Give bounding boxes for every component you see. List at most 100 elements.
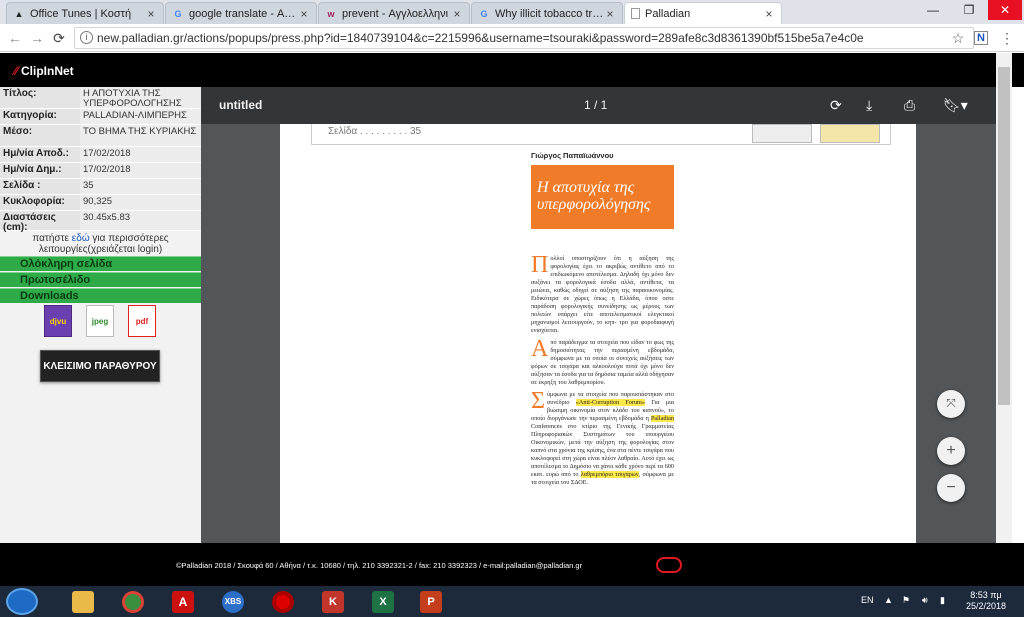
- language-indicator[interactable]: EN: [861, 595, 874, 605]
- drop-cap: Π: [531, 252, 549, 278]
- info-row-dimensions: Διαστάσεις (cm): 30.45x5.83: [0, 211, 201, 233]
- excel-icon[interactable]: X: [362, 588, 404, 615]
- highlighted-text: Palladian: [650, 415, 674, 422]
- article-paragraph: Πολλοί υποστηρίζουν ότι η αύξηση της φορ…: [531, 252, 674, 335]
- tab-illicit-tobacco[interactable]: G Why illicit tobacco trade ×: [471, 2, 623, 24]
- info-row-publish-date: Ημ/νία Δημ.: 17/02/2018: [0, 163, 201, 179]
- acrobat-icon[interactable]: A: [162, 588, 204, 615]
- article-paragraph: Από παράδειγμα τα στοιχεία που είδαν το …: [531, 336, 674, 387]
- google-icon: G: [174, 8, 182, 19]
- clipinnet-logo: ⁄⁄ ClipInNet: [14, 64, 74, 78]
- xbox-icon[interactable]: XBS: [212, 588, 254, 615]
- network-icon[interactable]: ▮: [940, 595, 945, 606]
- info-value: ΤΟ ΒΗΜΑ ΤΗΣ ΚΥΡΙΑΚΗΣ: [80, 125, 201, 146]
- maximize-button[interactable]: ❐: [952, 0, 986, 20]
- pdf-toolbar: untitled 1 / 1 ⟳ ⤓ ⎙ 🔖︎▾: [201, 87, 996, 124]
- tab-palladian[interactable]: Palladian ×: [624, 2, 782, 24]
- tab-close-icon[interactable]: ×: [298, 7, 310, 21]
- strip-page-label: Σελίδα . . . . . . . . . 35: [328, 126, 422, 137]
- article-column: Γιώργος Παπαϊωάννου Η αποτυχία της υπερφ…: [531, 151, 674, 543]
- tray-arrow-icon[interactable]: ▲: [884, 595, 893, 605]
- info-value: 30.45x5.83: [80, 211, 201, 230]
- info-row-release-date: Ημ/νία Αποδ.: 17/02/2018: [0, 147, 201, 163]
- reload-icon[interactable]: ⟳: [50, 29, 68, 47]
- start-button[interactable]: [6, 588, 38, 615]
- tab-close-icon[interactable]: ×: [145, 7, 157, 21]
- full-page-link[interactable]: Ολόκληρη σελίδα: [0, 256, 201, 271]
- info-value: 17/02/2018: [80, 147, 201, 162]
- app-k-icon[interactable]: K: [312, 588, 354, 615]
- downloads-link[interactable]: Downloads: [0, 288, 201, 303]
- page-scrollbar[interactable]: [996, 53, 1012, 543]
- pdf-title: untitled: [219, 98, 263, 112]
- tab-google-translate[interactable]: G google translate - Αναζ ×: [165, 2, 317, 24]
- info-row-title: Τίτλος: Η ΑΠΟΤΥΧΙΑ ΤΗΣ ΥΠΕΡΦΟΡΟΛΟΓΗΣΗΣ: [0, 87, 201, 109]
- opera-icon[interactable]: [262, 588, 304, 615]
- tab-label: Palladian: [645, 7, 691, 20]
- info-icon[interactable]: i: [80, 31, 93, 44]
- info-row-medium: Μέσο: ΤΟ ΒΗΜΑ ΤΗΣ ΚΥΡΙΑΚΗΣ: [0, 125, 201, 147]
- article-paragraph: Σύμφωνα με τα στοιχεία που παρουσιάστηκα…: [531, 388, 674, 487]
- info-key: Ημ/νία Δημ.:: [3, 164, 62, 175]
- footer-text: ©Palladian 2018 / Σκουφά 60 / Αθήνα / τ.…: [176, 561, 583, 570]
- tab-close-icon[interactable]: ×: [604, 7, 616, 21]
- tab-close-icon[interactable]: ×: [451, 7, 463, 21]
- info-value: Η ΑΠΟΤΥΧΙΑ ΤΗΣ ΥΠΕΡΦΟΡΟΛΟΓΗΣΗΣ: [80, 87, 201, 109]
- djvu-download-icon[interactable]: djvu: [44, 305, 72, 337]
- scrollbar-thumb[interactable]: [998, 67, 1010, 405]
- print-icon[interactable]: ⎙: [904, 97, 915, 114]
- tab-close-icon[interactable]: ×: [763, 7, 775, 21]
- info-value: 90,325: [80, 195, 201, 210]
- minimize-button[interactable]: —: [916, 0, 950, 20]
- explorer-icon[interactable]: [62, 588, 104, 615]
- triangle-icon: ▲: [14, 8, 24, 19]
- front-page-link[interactable]: Πρωτοσέλιδο: [0, 272, 201, 287]
- flag-icon[interactable]: ⚑: [902, 595, 910, 606]
- thumbnail-image: [752, 124, 812, 143]
- clipinnet-header: ⁄⁄ ClipInNet: [0, 53, 1024, 87]
- address-bar: ← → ⟳ i new.palladian.gr/actions/popups/…: [0, 24, 1024, 52]
- window-close-button[interactable]: ✕: [988, 0, 1022, 20]
- download-icon[interactable]: ⤓: [866, 97, 872, 114]
- info-key: Διαστάσεις (cm):: [3, 212, 56, 233]
- back-icon[interactable]: ←: [6, 29, 24, 47]
- volume-icon[interactable]: 🔊︎: [922, 595, 928, 606]
- clock-time: 8:53 πμ: [970, 590, 1002, 600]
- info-value: 17/02/2018: [80, 163, 201, 178]
- url-field[interactable]: i new.palladian.gr/actions/popups/press.…: [74, 27, 974, 49]
- fit-page-icon[interactable]: ⤧: [937, 390, 965, 418]
- zoom-out-icon[interactable]: −: [937, 474, 965, 502]
- article-headline: Η αποτυχία της υπερφορολόγησης: [531, 165, 674, 229]
- bookmark-icon[interactable]: 🔖︎▾: [943, 97, 968, 114]
- tab-label: Office Tunes | Κοστή: [30, 7, 132, 20]
- info-value: PALLADIAN-ΛΙΜΠΕΡΗΣ: [80, 109, 201, 124]
- tab-prevent[interactable]: w prevent - Αγγλοελληνι ×: [318, 2, 470, 24]
- pdf-viewer: untitled 1 / 1 ⟳ ⤓ ⎙ 🔖︎▾ Σελίδα . . . . …: [201, 87, 996, 543]
- menu-icon[interactable]: ⋮: [998, 29, 1016, 47]
- extension-icon[interactable]: N: [974, 31, 988, 45]
- palladian-logo-icon: [656, 557, 682, 573]
- thumbnail-image: [820, 124, 880, 143]
- info-row-category: Κατηγορία: PALLADIAN-ΛΙΜΠΕΡΗΣ: [0, 109, 201, 125]
- zoom-in-icon[interactable]: +: [937, 437, 965, 465]
- drop-cap: Σ: [531, 388, 545, 414]
- jpeg-download-icon[interactable]: jpeg: [86, 305, 114, 337]
- bookmark-star-icon[interactable]: ☆: [949, 29, 967, 47]
- wr-icon: w: [327, 8, 335, 19]
- tab-office-tunes[interactable]: ▲ Office Tunes | Κοστή ×: [6, 2, 164, 24]
- chrome-icon[interactable]: [112, 588, 154, 615]
- tab-label: google translate - Αναζ: [189, 7, 298, 20]
- rotate-icon[interactable]: ⟳: [830, 97, 842, 114]
- pdf-download-icon[interactable]: pdf: [128, 305, 156, 337]
- drop-cap: Α: [531, 336, 549, 362]
- clock[interactable]: 8:53 πμ 25/2/2018: [958, 590, 1014, 612]
- info-key: Ημ/νία Αποδ.:: [3, 148, 69, 159]
- url-text: new.palladian.gr/actions/popups/press.ph…: [97, 31, 864, 45]
- taskbar: A XBS K X P EN ▲ ⚑ 🔊︎ ▮ 8:53 πμ 25/2/201…: [0, 586, 1024, 617]
- login-link[interactable]: εδώ: [72, 233, 90, 244]
- close-window-button[interactable]: ΚΛΕΙΣΙΜΟ ΠΑΡΑΘΥΡΟΥ: [40, 350, 160, 382]
- site-footer: ©Palladian 2018 / Σκουφά 60 / Αθήνα / τ.…: [0, 543, 1024, 586]
- powerpoint-icon[interactable]: P: [410, 588, 452, 615]
- paragraph-text: πό παράδειγμα τα στοιχεία που είδαν το φ…: [531, 339, 674, 386]
- forward-icon[interactable]: →: [28, 29, 46, 47]
